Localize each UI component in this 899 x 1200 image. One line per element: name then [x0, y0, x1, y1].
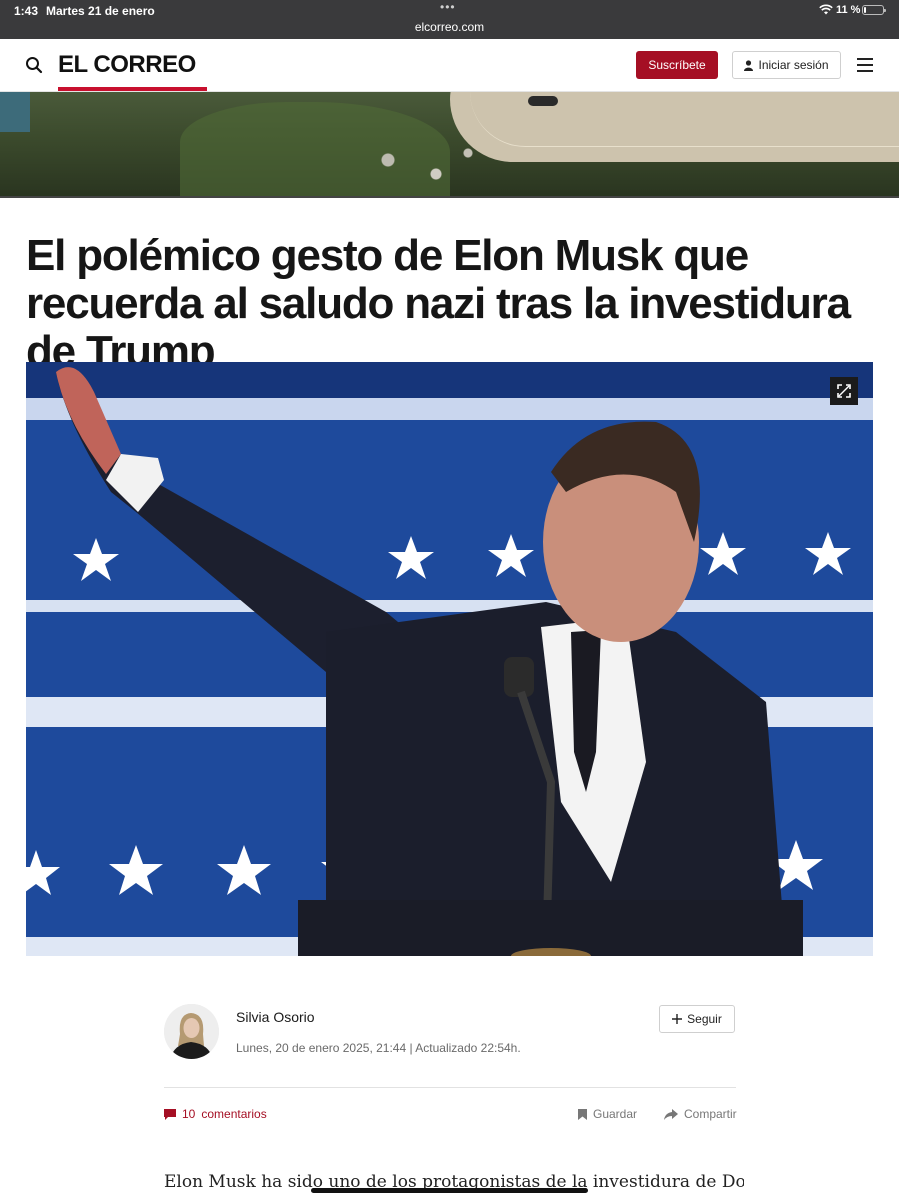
- plus-icon: [672, 1014, 683, 1024]
- article-headline: El polémico gesto de Elon Musk que recue…: [26, 231, 851, 376]
- hero-photo: [26, 362, 873, 956]
- subscribe-button[interactable]: Suscríbete: [636, 51, 718, 79]
- publish-date: Lunes, 20 de enero 2025, 21:44 | Actuali…: [236, 1041, 521, 1055]
- logo-accent-bar: [58, 87, 207, 91]
- comments-count: 10: [182, 1107, 196, 1121]
- tab-dots-icon[interactable]: •••: [440, 0, 456, 14]
- battery-icon: [862, 5, 886, 15]
- comments-label: comentarios: [201, 1107, 267, 1121]
- battery-percent: 11 %: [836, 4, 861, 16]
- battery-level: [864, 7, 866, 13]
- site-logo[interactable]: EL CORREO: [58, 51, 196, 79]
- wifi-icon: [819, 4, 833, 15]
- comment-icon: [164, 1108, 176, 1120]
- site-header: EL CORREO Suscríbete Iniciar sesión: [0, 39, 899, 92]
- expand-icon: [837, 384, 851, 398]
- author-name[interactable]: Silvia Osorio: [236, 1009, 315, 1025]
- share-label: Compartir: [684, 1107, 737, 1121]
- menu-icon[interactable]: [857, 58, 873, 72]
- save-label: Guardar: [593, 1107, 638, 1121]
- article-main-image[interactable]: [26, 362, 873, 956]
- bookmark-icon: [578, 1108, 587, 1120]
- share-icon: [664, 1108, 678, 1120]
- user-icon: [744, 59, 754, 71]
- browser-status-bar: 1:43 Martes 21 de enero ••• elcorreo.com…: [0, 0, 899, 39]
- status-date: Martes 21 de enero: [46, 4, 155, 18]
- comments-link[interactable]: 10 comentarios: [164, 1107, 267, 1121]
- follow-label: Seguir: [687, 1012, 722, 1026]
- author-avatar[interactable]: [164, 1004, 219, 1059]
- author-block: Silvia Osorio Lunes, 20 de enero 2025, 2…: [164, 1004, 736, 1088]
- address-bar-url[interactable]: elcorreo.com: [0, 20, 899, 34]
- save-button[interactable]: Guardar: [578, 1107, 637, 1121]
- author-photo: [164, 1004, 219, 1059]
- login-button[interactable]: Iniciar sesión: [732, 51, 841, 79]
- article-actions: 10 comentarios Guardar Compartir: [164, 1105, 737, 1127]
- home-indicator[interactable]: [311, 1188, 588, 1193]
- status-time: 1:43: [14, 4, 39, 18]
- follow-button[interactable]: Seguir: [659, 1005, 735, 1033]
- top-banner-image[interactable]: [0, 92, 899, 198]
- login-label: Iniciar sesión: [758, 58, 829, 72]
- search-icon[interactable]: [25, 56, 43, 74]
- share-button[interactable]: Compartir: [664, 1107, 737, 1121]
- expand-image-button[interactable]: [830, 377, 858, 405]
